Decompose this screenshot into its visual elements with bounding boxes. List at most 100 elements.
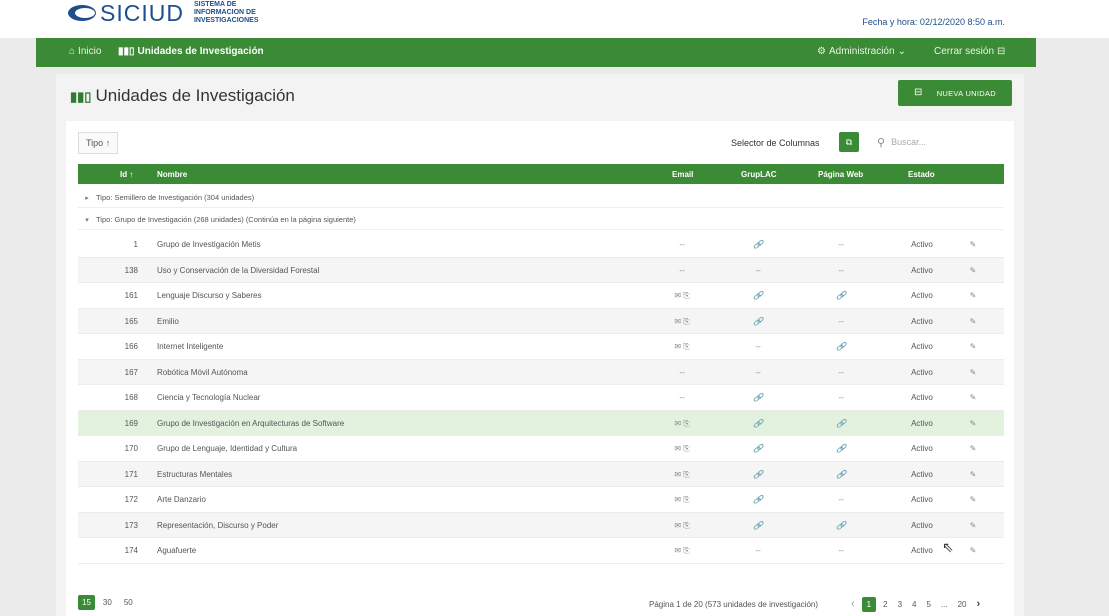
- cell-gruplac[interactable]: 🔗: [733, 419, 783, 428]
- nav-admin-dropdown[interactable]: ⚙ Administración ⌄: [817, 46, 906, 57]
- cell-gruplac[interactable]: --: [733, 266, 783, 275]
- edit-icon[interactable]: ✎: [966, 266, 980, 275]
- edit-icon[interactable]: ✎: [966, 546, 980, 555]
- new-unit-button[interactable]: ⊟ NUEVA UNIDAD: [898, 80, 1012, 106]
- th-gruplac[interactable]: GrupLAC: [741, 170, 777, 179]
- cell-gruplac[interactable]: 🔗: [733, 317, 783, 326]
- cell-email[interactable]: --: [658, 393, 706, 402]
- cell-email[interactable]: ✉ ⎘: [658, 470, 706, 480]
- cell-id: 1: [133, 240, 138, 249]
- cell-email[interactable]: --: [658, 266, 706, 275]
- th-name[interactable]: Nombre: [157, 170, 187, 179]
- th-email[interactable]: Email: [672, 170, 693, 179]
- table-row[interactable]: 138 Uso y Conservación de la Diversidad F…: [78, 257, 1004, 283]
- table-row[interactable]: 174 Aguafuerte ✉ ⎘ -- -- Activo ✎: [78, 538, 1004, 564]
- group-row-semillero[interactable]: ▸ Tipo: Semillero de Investigación (304 …: [78, 188, 1004, 208]
- page-link[interactable]: 5: [923, 597, 933, 612]
- cell-estado: Activo: [911, 444, 933, 453]
- cell-gruplac[interactable]: --: [733, 546, 783, 555]
- cell-name: Aguafuerte: [157, 546, 197, 555]
- table-row[interactable]: 161 Lenguaje Discurso y Saberes ✉ ⎘ 🔗 🔗 Activ…: [78, 283, 1004, 309]
- table-row[interactable]: 172 Arte Danzario ✉ ⎘ 🔗 -- Activo ✎: [78, 487, 1004, 513]
- table-row[interactable]: 168 Ciencia y Tecnología Nuclear -- 🔗 -- Acti…: [78, 385, 1004, 411]
- page-link[interactable]: 20: [955, 597, 970, 612]
- page-link[interactable]: 4: [909, 597, 919, 612]
- table-row[interactable]: 171 Estructuras Mentales ✉ ⎘ 🔗 🔗 Activo ✎: [78, 461, 1004, 487]
- th-web[interactable]: Página Web: [818, 170, 863, 179]
- table-row[interactable]: 1 Grupo de Investigación Metis -- 🔗 -- Activo…: [78, 232, 1004, 258]
- cell-gruplac[interactable]: 🔗: [733, 521, 783, 530]
- cell-gruplac[interactable]: 🔗: [733, 470, 783, 479]
- edit-icon[interactable]: ✎: [966, 393, 980, 402]
- page-size-option[interactable]: 30: [99, 595, 116, 610]
- prev-page-icon[interactable]: ‹: [848, 595, 858, 613]
- edit-icon[interactable]: ✎: [966, 368, 980, 377]
- cell-email[interactable]: ✉ ⎘: [658, 342, 706, 352]
- edit-icon[interactable]: ✎: [966, 521, 980, 530]
- cell-email[interactable]: ✉ ⎘: [658, 444, 706, 454]
- page-link[interactable]: 2: [880, 597, 890, 612]
- cell-web[interactable]: --: [816, 393, 866, 402]
- logo-subtitle: SISTEMA DE INFORMACION DE INVESTIGACIONE…: [193, 1, 259, 24]
- table-row[interactable]: 167 Robótica Móvil Autónoma -- -- -- Activo ✎: [78, 359, 1004, 385]
- column-selector-button[interactable]: ⧉: [839, 132, 859, 152]
- cell-email[interactable]: ✉ ⎘: [658, 521, 706, 531]
- cell-gruplac[interactable]: 🔗: [733, 240, 783, 249]
- cell-web[interactable]: --: [816, 240, 866, 249]
- edit-icon[interactable]: ✎: [966, 444, 980, 453]
- pagination-nav: ‹ 1 2 3 4 5 ... 20 ›: [848, 595, 983, 613]
- nav-home-link[interactable]: ⌂ Inicio: [69, 46, 101, 57]
- edit-icon[interactable]: ✎: [966, 419, 980, 428]
- cell-web[interactable]: --: [816, 495, 866, 504]
- cell-email[interactable]: ✉ ⎘: [658, 546, 706, 556]
- cell-web[interactable]: 🔗: [816, 419, 866, 428]
- cell-gruplac[interactable]: 🔗: [733, 444, 783, 453]
- table-row[interactable]: 169 Grupo de Investigación en Arquitectur…: [78, 410, 1004, 436]
- cell-email[interactable]: ✉ ⎘: [658, 291, 706, 301]
- page-size-option[interactable]: 15: [78, 595, 95, 610]
- next-page-icon[interactable]: ›: [974, 595, 984, 613]
- nav-units-link[interactable]: ▮▮▯ Unidades de Investigación: [118, 46, 264, 57]
- cell-email[interactable]: ✉ ⎘: [658, 317, 706, 327]
- edit-icon[interactable]: ✎: [966, 470, 980, 479]
- page-link[interactable]: 1: [861, 596, 877, 612]
- cell-web[interactable]: --: [816, 266, 866, 275]
- edit-icon[interactable]: ✎: [966, 291, 980, 300]
- page-size-option[interactable]: 50: [120, 595, 137, 610]
- edit-icon[interactable]: ✎: [966, 342, 980, 351]
- cell-web[interactable]: 🔗: [816, 521, 866, 530]
- th-id[interactable]: Id ↑: [120, 170, 133, 179]
- table-row[interactable]: 173 Representación, Discurso y Poder ✉ ⎘ 🔗 🔗…: [78, 512, 1004, 538]
- group-by-chip-tipo[interactable]: Tipo ↑: [78, 132, 119, 154]
- cell-email[interactable]: ✉ ⎘: [658, 495, 706, 505]
- nav-logout-link[interactable]: Cerrar sesión ⊟: [934, 46, 1005, 57]
- table-row[interactable]: 166 Internet Inteligente ✉ ⎘ -- 🔗 Activo ✎: [78, 334, 1004, 360]
- cell-gruplac[interactable]: --: [733, 342, 783, 351]
- cell-gruplac[interactable]: --: [733, 368, 783, 377]
- cell-web[interactable]: --: [816, 317, 866, 326]
- search-box[interactable]: ⚲ Buscar...: [877, 132, 987, 152]
- cell-email[interactable]: ✉ ⎘: [658, 419, 706, 429]
- cell-web[interactable]: --: [816, 546, 866, 555]
- edit-icon[interactable]: ✎: [966, 495, 980, 504]
- cell-web[interactable]: --: [816, 368, 866, 377]
- edit-icon[interactable]: ✎: [966, 317, 980, 326]
- cell-gruplac[interactable]: 🔗: [733, 291, 783, 300]
- cell-gruplac[interactable]: 🔗: [733, 495, 783, 504]
- cell-gruplac[interactable]: 🔗: [733, 393, 783, 402]
- cell-web[interactable]: 🔗: [816, 470, 866, 479]
- table-row[interactable]: 165 Emilio ✉ ⎘ 🔗 -- Activo ✎: [78, 308, 1004, 334]
- page-link[interactable]: 3: [895, 597, 905, 612]
- edit-icon[interactable]: ✎: [966, 240, 980, 249]
- th-estado[interactable]: Estado: [908, 170, 935, 179]
- cell-web[interactable]: 🔗: [816, 291, 866, 300]
- logo[interactable]: SICIUD SISTEMA DE INFORMACION DE INVESTI…: [68, 0, 284, 26]
- search-input[interactable]: Buscar...: [891, 137, 926, 147]
- cell-web[interactable]: 🔗: [816, 444, 866, 453]
- cell-email[interactable]: --: [658, 240, 706, 249]
- cell-web[interactable]: 🔗: [816, 342, 866, 351]
- mouse-cursor-icon: ⇖: [942, 539, 954, 555]
- group-row-grupo[interactable]: ▾ Tipo: Grupo de Investigación (268 unid…: [78, 210, 1004, 230]
- table-row[interactable]: 170 Grupo de Lenguaje, Identidad y Cultur…: [78, 436, 1004, 462]
- cell-email[interactable]: --: [658, 368, 706, 377]
